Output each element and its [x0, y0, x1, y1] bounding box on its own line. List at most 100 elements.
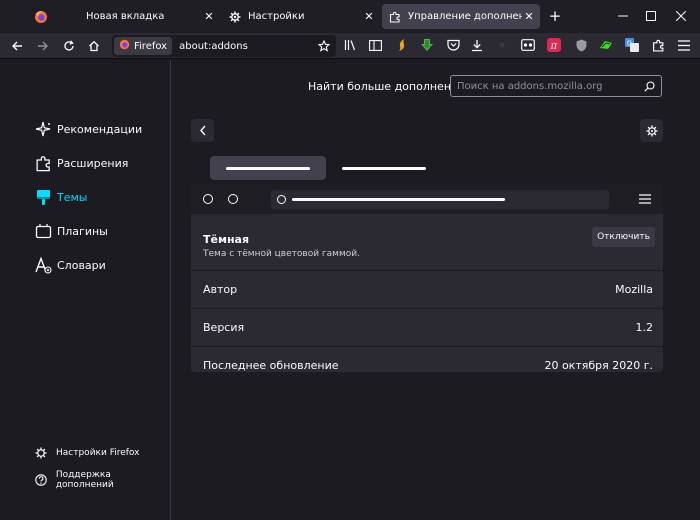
green-extension-icon[interactable] — [598, 37, 614, 53]
firefox-logo-icon — [34, 10, 48, 24]
preview-url-bar — [271, 190, 609, 209]
firefox-settings-link[interactable]: Настройки Firefox — [34, 445, 139, 461]
window-close-icon[interactable] — [672, 7, 690, 25]
home-icon[interactable] — [85, 37, 103, 55]
plugin-icon — [34, 222, 52, 240]
svg-text:π: π — [550, 41, 558, 52]
theme-preview — [191, 184, 663, 214]
close-icon[interactable]: ✕ — [202, 10, 216, 24]
close-icon[interactable]: ✕ — [362, 10, 376, 24]
sidebar-toggle-icon[interactable] — [367, 37, 383, 53]
brush-icon — [34, 188, 52, 206]
menu-hamburger-icon — [639, 194, 651, 204]
footer-label: Настройки Firefox — [56, 448, 140, 458]
preview-dot — [277, 195, 286, 204]
identity-label: Firefox — [134, 40, 168, 52]
language-extension-icon[interactable]: G — [624, 37, 640, 53]
addons-search-box[interactable] — [450, 75, 662, 97]
help-icon — [34, 473, 48, 487]
firefox-view-button[interactable] — [28, 4, 56, 29]
svg-text:G: G — [627, 40, 632, 48]
translate-extension-icon[interactable]: π — [546, 37, 562, 53]
detail-value: Mozilla — [615, 283, 653, 296]
chevron-left-icon — [199, 125, 206, 136]
gear-icon — [34, 446, 48, 460]
forward-arrow-icon[interactable] — [34, 37, 52, 55]
tab-new-tab[interactable]: Новая вкладка ✕ — [60, 4, 220, 29]
extensions-puzzle-icon[interactable] — [650, 37, 666, 53]
preview-dot — [203, 194, 213, 204]
tools-menu-button[interactable] — [640, 119, 663, 142]
tab-permissions-placeholder[interactable] — [334, 156, 434, 180]
extension-dim-icon[interactable] — [494, 37, 510, 53]
disable-button[interactable]: Отключить — [592, 227, 655, 247]
extension-orange-icon[interactable] — [394, 37, 410, 53]
sidebar-item-dictionaries[interactable]: Словари — [34, 255, 106, 275]
detail-label: Последнее обновление — [203, 359, 339, 372]
sidebar-item-extensions[interactable]: Расширения — [34, 153, 128, 173]
close-icon[interactable]: ✕ — [522, 10, 536, 24]
search-icon[interactable] — [641, 78, 657, 94]
find-more-addons-label: Найти больше дополнений — [308, 80, 466, 93]
maximize-icon[interactable] — [642, 7, 660, 25]
sidebar-item-label: Рекомендации — [57, 122, 143, 136]
detail-label: Автор — [203, 283, 238, 296]
downloads-icon[interactable] — [469, 37, 485, 53]
categories-sidebar: Рекомендации Расширения Темы Плагины Сло… — [0, 60, 171, 520]
tab-title: Новая вкладка — [86, 11, 165, 22]
detail-row-author: Автор Mozilla — [191, 270, 663, 308]
tab-strip: Новая вкладка ✕ Настройки ✕ Управление д… — [0, 0, 700, 33]
identity-box[interactable]: Firefox — [114, 37, 173, 55]
bookmark-star-icon[interactable] — [316, 38, 332, 54]
minimize-icon[interactable] — [614, 7, 632, 25]
pocket-icon[interactable] — [445, 37, 461, 53]
addon-details-panel: Найти больше дополнений Тёмная Тема с тё… — [172, 60, 700, 520]
sidebar-item-label: Расширения — [57, 156, 129, 170]
sidebar-item-label: Словари — [57, 258, 106, 272]
back-button[interactable] — [191, 119, 214, 142]
footer-label: Поддержка дополнений — [55, 470, 114, 490]
sidebar-item-label: Плагины — [57, 224, 108, 238]
tab-title: Настройки — [248, 11, 305, 22]
puzzle-icon — [34, 154, 52, 172]
detail-label: Версия — [203, 321, 245, 334]
puzzle-icon — [388, 10, 402, 24]
library-icon[interactable] — [342, 37, 358, 53]
back-arrow-icon[interactable] — [8, 37, 26, 55]
addon-name: Тёмная — [203, 233, 250, 246]
sidebar-item-recommendations[interactable]: Рекомендации — [34, 119, 142, 139]
menu-hamburger-icon[interactable] — [676, 37, 692, 53]
addon-description: Тема с тёмной цветовой гаммой. — [203, 249, 360, 259]
dictionary-icon — [34, 256, 52, 274]
download-helper-icon[interactable] — [419, 37, 435, 53]
addon-card: Тёмная Тема с тёмной цветовой гаммой. От… — [191, 184, 663, 372]
placeholder-line — [342, 166, 426, 170]
firefox-logo-icon — [66, 10, 80, 24]
sparkle-icon — [34, 120, 52, 138]
sidebar-item-themes[interactable]: Темы — [34, 187, 87, 207]
addons-support-link[interactable]: Поддержка дополнений — [34, 470, 170, 490]
search-input[interactable] — [451, 80, 641, 92]
url-text[interactable]: about:addons — [179, 41, 316, 52]
tab-addons-manager[interactable]: Управление дополнениями ✕ — [382, 4, 540, 29]
detail-row-last-updated: Последнее обновление 20 октября 2020 г. — [191, 346, 663, 372]
shield-icon[interactable] — [573, 37, 589, 53]
detail-row-version: Версия 1.2 — [191, 308, 663, 346]
sidebar-item-plugins[interactable]: Плагины — [34, 221, 108, 241]
reload-icon[interactable] — [60, 37, 78, 55]
gear-icon — [228, 10, 242, 24]
tab-details-placeholder[interactable] — [210, 156, 326, 180]
tab-manager-icon[interactable] — [520, 37, 536, 53]
tab-settings[interactable]: Настройки ✕ — [222, 4, 380, 29]
placeholder-line — [292, 198, 505, 201]
url-bar[interactable]: Firefox about:addons — [112, 35, 336, 57]
new-tab-button[interactable]: + — [546, 7, 564, 25]
detail-value: 20 октября 2020 г. — [544, 359, 653, 372]
sidebar-item-label: Темы — [57, 190, 88, 204]
detail-value: 1.2 — [635, 321, 654, 334]
tab-title: Управление дополнениями — [408, 11, 522, 22]
preview-dot — [228, 194, 238, 204]
gear-icon — [646, 125, 657, 136]
placeholder-line — [226, 166, 310, 170]
firefox-logo-icon — [119, 39, 130, 53]
